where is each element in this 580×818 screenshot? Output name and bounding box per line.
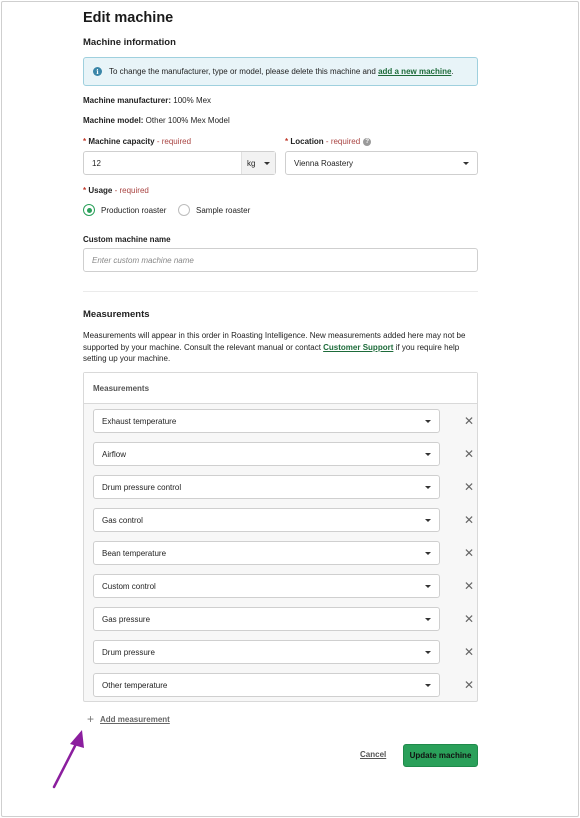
annotation-arrow (52, 730, 84, 789)
